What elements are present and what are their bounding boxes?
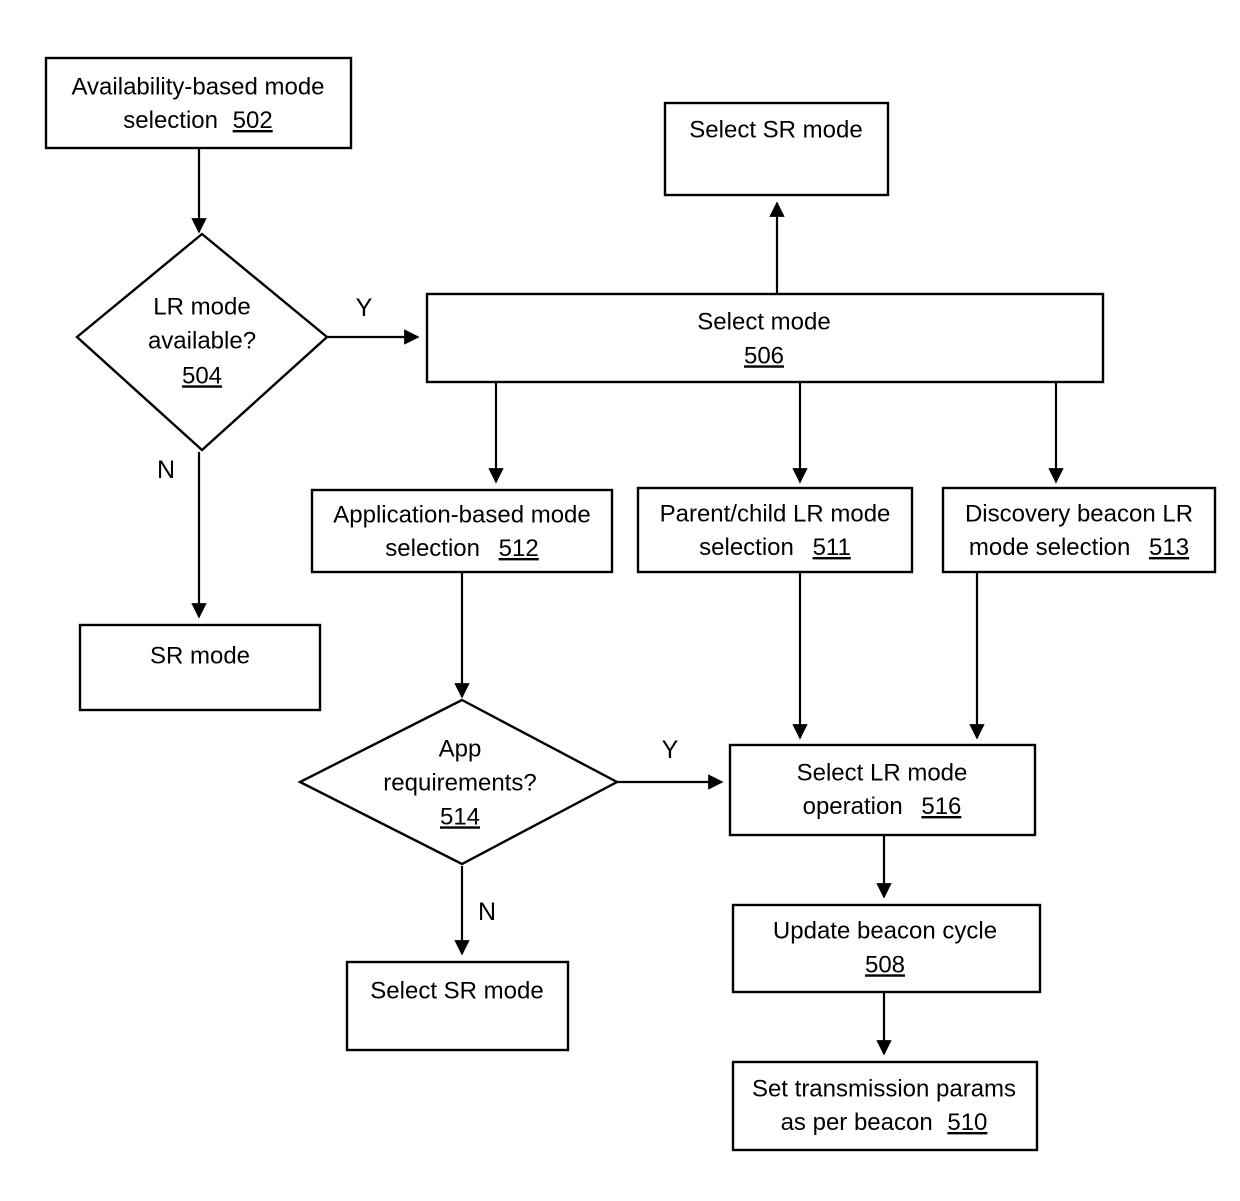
node-516-line2-group: operation 516 [803, 793, 962, 820]
node-512-line2: selection [385, 535, 480, 562]
branch-label-504-no: N [157, 456, 175, 484]
node-513-line2: mode selection [969, 534, 1130, 561]
node-502-line2: selection [123, 107, 218, 134]
node-504-line2: available? [148, 327, 256, 354]
node-502-ref: 502 [233, 107, 273, 134]
node-511-ref: 511 [813, 534, 851, 561]
node-parent-child-lr-mode-selection: Parent/child LR mode selection 511 [636, 486, 914, 574]
node-516-line1: Select LR mode [797, 759, 968, 786]
node-512-line2-group: selection 512 [385, 535, 538, 562]
node-514-line1: App [439, 735, 482, 762]
node-516-ref: 516 [921, 793, 961, 820]
node-510-line1: Set transmission params [752, 1075, 1016, 1102]
branch-label-504-yes: Y [356, 294, 373, 322]
node-application-based-mode-selection: Application-based mode selection 512 [310, 488, 614, 574]
node-502-line1: Availability-based mode [71, 73, 324, 100]
node-511-line2-group: selection 511 [699, 534, 851, 561]
node-select-mode: Select mode 506 [425, 292, 1105, 384]
node-516-line2: operation [803, 793, 903, 820]
node-511-line2: selection [699, 534, 794, 561]
node-502-box [44, 56, 353, 150]
node-app-requirements-decision: App requirements? 514 [297, 698, 620, 866]
node-506-ref: 506 [744, 342, 784, 369]
node-sr-mode-label: SR mode [150, 642, 250, 669]
node-513-ref: 513 [1149, 534, 1189, 561]
node-504-line1: LR mode [153, 293, 250, 320]
flowchart-canvas: Availability-based mode selection 502 LR… [44, 56, 1217, 1152]
node-513-line1: Discovery beacon LR [965, 500, 1193, 527]
node-select-lr-mode-operation: Select LR mode operation 516 [728, 743, 1037, 837]
node-511-line1: Parent/child LR mode [660, 500, 891, 527]
node-502-line2-group: selection 502 [123, 107, 272, 134]
node-508-line1: Update beacon cycle [773, 917, 997, 944]
node-select-sr-mode-top: Select SR mode [663, 101, 890, 197]
node-508-ref: 508 [865, 951, 905, 978]
node-506-line1: Select mode [697, 308, 830, 335]
node-512-ref: 512 [499, 535, 539, 562]
node-sr-mode: SR mode [78, 623, 322, 712]
node-513-line2-group: mode selection 513 [969, 534, 1189, 561]
node-select-sr-mode-top-label: Select SR mode [689, 116, 862, 143]
node-504-ref: 504 [182, 362, 222, 389]
node-510-ref: 510 [947, 1109, 987, 1136]
node-514-line2: requirements? [383, 769, 536, 796]
branch-label-514-yes: Y [662, 736, 679, 764]
node-update-beacon-cycle: Update beacon cycle 508 [731, 903, 1042, 994]
node-discovery-beacon-lr-mode-selection: Discovery beacon LR mode selection 513 [941, 486, 1217, 574]
branch-label-514-no: N [478, 898, 496, 926]
node-lr-mode-available-decision: LR mode available? 504 [75, 232, 329, 452]
node-select-sr-mode-bottom: Select SR mode [345, 960, 570, 1052]
node-availability-based-mode-selection: Availability-based mode selection 502 [44, 56, 353, 150]
node-514-ref: 514 [440, 803, 480, 830]
node-set-transmission-params: Set transmission params as per beacon 51… [731, 1060, 1039, 1152]
node-510-line2: as per beacon [781, 1109, 933, 1136]
node-510-line2-group: as per beacon 510 [781, 1109, 988, 1136]
node-select-sr-mode-bottom-label: Select SR mode [370, 977, 543, 1004]
flowchart-diagram: Availability-based mode selection 502 LR… [0, 0, 1240, 1201]
node-512-line1: Application-based mode [333, 501, 591, 528]
node-select-sr-mode-bottom-box [345, 960, 570, 1052]
